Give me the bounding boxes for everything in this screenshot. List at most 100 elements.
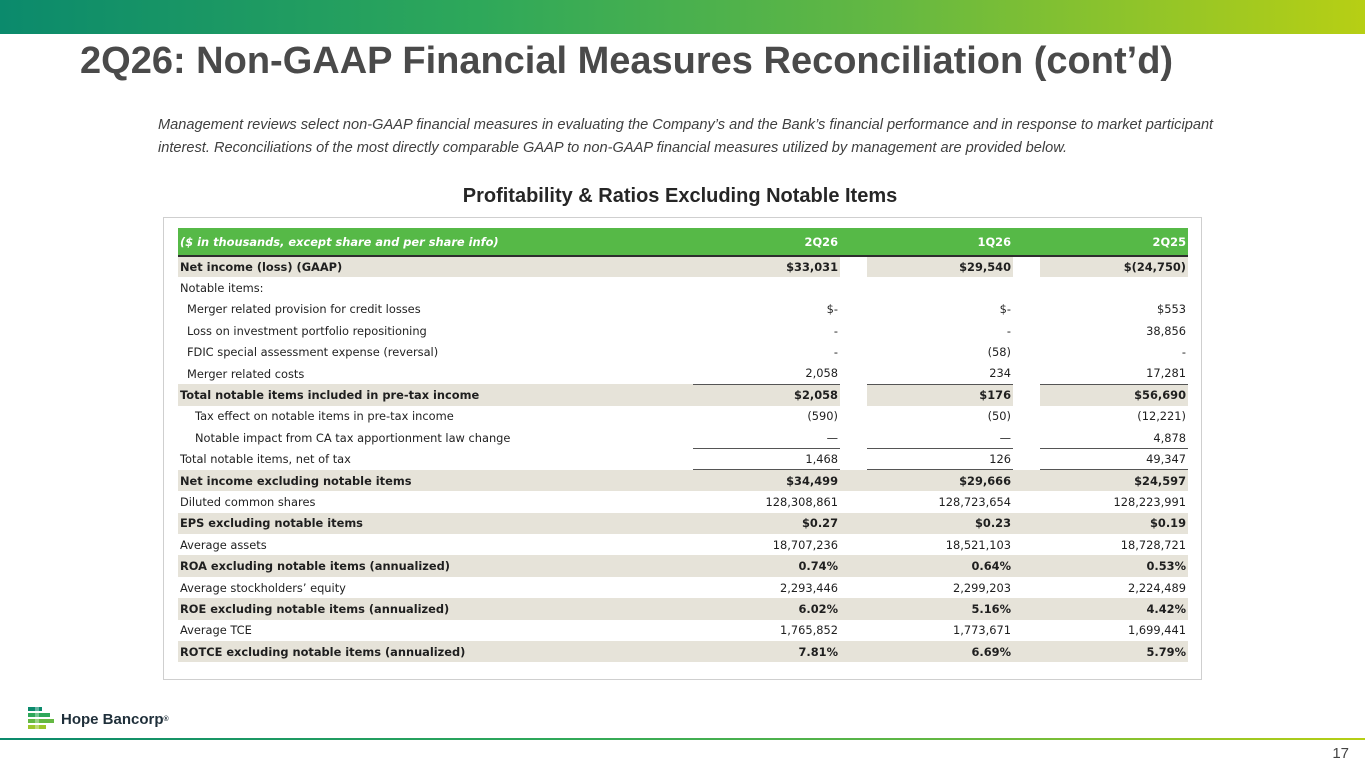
spacer <box>1013 641 1040 663</box>
value-2q25: 2,224,489 <box>1128 580 1186 595</box>
row-label: Merger related provision for credit loss… <box>187 302 421 317</box>
value-2q25: 49,347 <box>1040 448 1188 470</box>
value-1q26: — <box>999 430 1011 445</box>
value-2q26: (590) <box>807 409 838 424</box>
value-1q26: $0.23 <box>867 512 1013 535</box>
value-2q25: $56,690 <box>1040 383 1188 406</box>
spacer <box>840 299 867 320</box>
row-label: ROE excluding notable items (annualized) <box>178 598 693 620</box>
row-net-income-gaap: Net income (loss) (GAAP) $33,031 $29,540… <box>178 256 1188 278</box>
value-2q25: 0.53% <box>1040 555 1188 577</box>
row-label: Merger related costs <box>187 366 305 381</box>
row-rotce-excl: ROTCE excluding notable items (annualize… <box>178 641 1188 663</box>
value-2q26: 7.81% <box>693 641 840 663</box>
spacer <box>840 620 867 641</box>
row-label: Net income (loss) (GAAP) <box>178 256 693 278</box>
value-2q25: 128,223,991 <box>1113 494 1186 509</box>
spacer <box>840 469 867 492</box>
spacer <box>1013 277 1040 298</box>
header-spacer <box>1013 228 1040 257</box>
header-units-label: ($ in thousands, except share and per sh… <box>178 228 693 257</box>
value-1q26: 2,299,203 <box>953 580 1011 595</box>
value-2q25: - <box>1181 345 1186 360</box>
spacer <box>840 512 867 535</box>
value-1q26: (50) <box>987 409 1011 424</box>
value-1q26: 128,723,654 <box>938 494 1011 509</box>
header-spacer <box>840 228 867 257</box>
row-label: Total notable items included in pre-tax … <box>178 384 693 406</box>
value-1q26: $- <box>999 302 1011 317</box>
value-2q26: $33,031 <box>693 256 840 278</box>
spacer <box>1013 469 1040 492</box>
intro-paragraph: Management reviews select non-GAAP finan… <box>158 117 1214 156</box>
value-1q26: $29,666 <box>867 469 1013 492</box>
row-diluted-shares: Diluted common shares 128,308,861 128,72… <box>178 491 1188 512</box>
row-label: FDIC special assessment expense (reversa… <box>187 345 439 360</box>
row-label: EPS excluding notable items <box>178 512 693 535</box>
value-2q25: $553 <box>1157 302 1186 317</box>
spacer <box>1013 449 1040 470</box>
value-2q26: 1,765,852 <box>780 623 838 638</box>
spacer <box>840 256 867 278</box>
spacer <box>840 320 867 341</box>
value-2q26: $34,499 <box>693 469 840 492</box>
row-tax-effect: Tax effect on notable items in pre-tax i… <box>178 406 1188 427</box>
value-2q26: 1,468 <box>693 448 840 470</box>
value-2q26: - <box>833 345 838 360</box>
row-label: Average stockholders’ equity <box>180 580 346 595</box>
reconciliation-table: ($ in thousands, except share and per sh… <box>178 228 1188 663</box>
row-label: ROTCE excluding notable items (annualize… <box>178 641 693 663</box>
spacer <box>1013 555 1040 577</box>
row-eps-excl: EPS excluding notable items $0.27 $0.23 … <box>178 512 1188 535</box>
spacer <box>840 449 867 470</box>
table-header-row: ($ in thousands, except share and per sh… <box>178 228 1188 257</box>
spacer <box>840 491 867 512</box>
header-2q26: 2Q26 <box>693 228 840 257</box>
top-brand-bar <box>0 0 1365 34</box>
value-2q26 <box>693 277 840 298</box>
value-1q26: 6.69% <box>867 641 1013 663</box>
value-2q25: 1,699,441 <box>1128 623 1186 638</box>
spacer <box>840 277 867 298</box>
row-average-assets: Average assets 18,707,236 18,521,103 18,… <box>178 534 1188 555</box>
spacer <box>1013 406 1040 427</box>
page-number: 17 <box>1332 745 1349 762</box>
row-label: Diluted common shares <box>180 494 316 509</box>
value-2q25: 38,856 <box>1146 323 1186 338</box>
value-2q25: 17,281 <box>1146 366 1186 381</box>
row-notable-items-heading: Notable items: <box>178 277 1188 298</box>
page-title: 2Q26: Non-GAAP Financial Measures Reconc… <box>80 40 1174 82</box>
value-1q26: 18,521,103 <box>945 537 1011 552</box>
row-roe-excl: ROE excluding notable items (annualized)… <box>178 598 1188 620</box>
row-merger-costs: Merger related costs 2,058 234 17,281 <box>178 363 1188 384</box>
row-merger-provision: Merger related provision for credit loss… <box>178 299 1188 320</box>
spacer <box>1013 256 1040 278</box>
spacer <box>1013 577 1040 598</box>
spacer <box>840 342 867 363</box>
row-label: Notable items: <box>180 281 264 296</box>
value-2q26: 18,707,236 <box>772 537 838 552</box>
registered-mark: ® <box>163 715 169 723</box>
row-fdic-assessment: FDIC special assessment expense (reversa… <box>178 342 1188 363</box>
row-label: Notable impact from CA tax apportionment… <box>195 430 511 445</box>
value-2q26: $0.27 <box>693 512 840 535</box>
row-roa-excl: ROA excluding notable items (annualized)… <box>178 555 1188 577</box>
value-1q26: 5.16% <box>867 598 1013 620</box>
logo-wordmark: Hope Bancorp <box>61 710 164 728</box>
spacer <box>1013 363 1040 384</box>
spacer <box>840 384 867 406</box>
row-label: ROA excluding notable items (annualized) <box>178 555 693 577</box>
value-1q26: 0.64% <box>867 555 1013 577</box>
spacer <box>1013 598 1040 620</box>
spacer <box>840 406 867 427</box>
value-2q26: 6.02% <box>693 598 840 620</box>
spacer <box>840 427 867 448</box>
spacer <box>840 555 867 577</box>
row-label: Net income excluding notable items <box>178 469 693 492</box>
value-2q25: 18,728,721 <box>1120 537 1186 552</box>
value-2q26: 0.74% <box>693 555 840 577</box>
row-net-income-excl: Net income excluding notable items $34,4… <box>178 469 1188 492</box>
row-total-notable-pretax: Total notable items included in pre-tax … <box>178 383 1188 406</box>
header-2q25: 2Q25 <box>1040 228 1188 257</box>
value-2q26: 2,058 <box>805 366 838 381</box>
